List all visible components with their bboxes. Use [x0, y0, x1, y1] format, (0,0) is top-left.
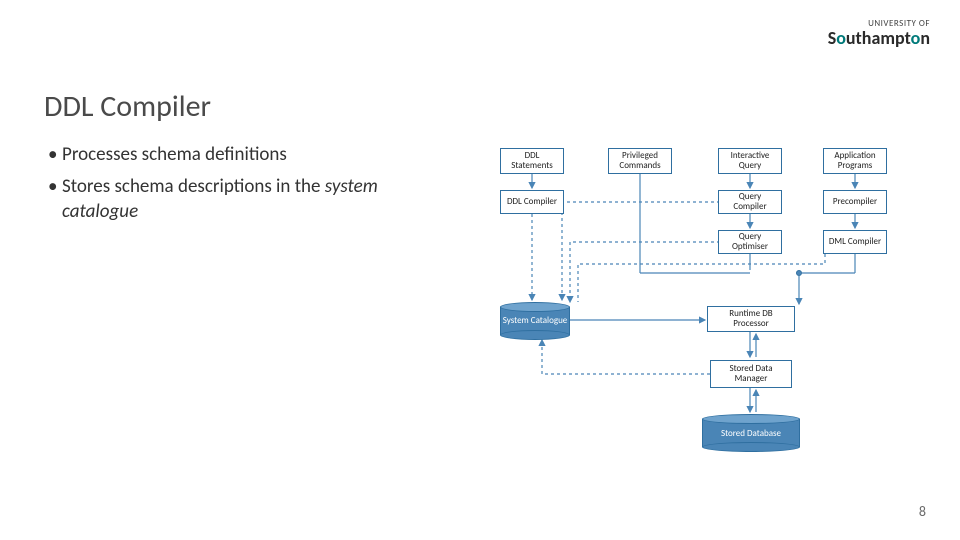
box-privileged-commands: Privileged Commands — [608, 148, 672, 174]
bullet-list: Processes schema definitions Stores sche… — [48, 142, 448, 231]
box-interactive-query: Interactive Query — [718, 148, 782, 174]
university-logo: UNIVERSITY OF Southampton — [828, 18, 930, 49]
box-ddl-statements: DDL Statements — [500, 148, 564, 174]
box-application-programs: Application Programs — [823, 148, 887, 174]
box-dml-compiler: DML Compiler — [823, 230, 887, 254]
box-stored-data-manager: Stored Data Manager — [710, 360, 792, 388]
architecture-diagram: DDL Statements Privileged Commands Inter… — [480, 144, 940, 504]
merge-node — [796, 270, 802, 276]
slide-title: DDL Compiler — [44, 88, 211, 125]
cylinder-system-catalogue: System Catalogue — [500, 302, 570, 340]
cylinder-stored-database: Stored Database — [702, 414, 800, 452]
page-number: 8 — [919, 503, 926, 520]
box-ddl-compiler: DDL Compiler — [500, 190, 564, 214]
bullet-item: Stores schema descriptions in the system… — [48, 174, 448, 225]
box-precompiler: Precompiler — [823, 190, 887, 214]
cylinder-label: Stored Database — [702, 428, 800, 439]
box-query-optimiser: Query Optimiser — [718, 230, 782, 254]
box-query-compiler: Query Compiler — [718, 190, 782, 214]
bullet-item: Processes schema definitions — [48, 142, 448, 168]
cylinder-label: System Catalogue — [500, 315, 570, 326]
logo-title: Southampton — [828, 27, 930, 49]
box-runtime-db-processor: Runtime DB Processor — [707, 306, 795, 332]
